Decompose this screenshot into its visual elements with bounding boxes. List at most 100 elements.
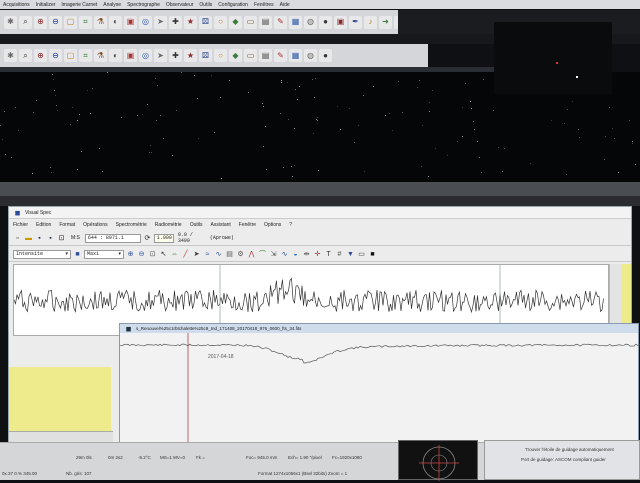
open-file-icon[interactable]: ▬	[24, 234, 33, 243]
arrow-icon[interactable]: ➤	[192, 250, 201, 259]
gear-icon[interactable]: ⚗	[94, 49, 107, 62]
menu-item-fen-tre[interactable]: Fenêtre	[239, 222, 256, 228]
menu-item-radiom-trie[interactable]: Radiométrie	[155, 222, 182, 228]
coordinate-field[interactable]: 644 : 8971.1	[84, 233, 141, 243]
menu-item-op-rations[interactable]: Opérations	[83, 222, 107, 228]
checker-icon[interactable]: ▭	[244, 49, 257, 62]
scale-icon[interactable]: ✚	[169, 49, 182, 62]
menu-item-assistant[interactable]: Assistant	[211, 222, 231, 228]
guide-port[interactable]: Port de guidage: ASCOM compliant guider	[521, 457, 606, 462]
zoom-out-icon[interactable]: ⊖	[137, 250, 146, 259]
brush-icon[interactable]: ⊕	[34, 49, 47, 62]
menu-item-fichier[interactable]: Fichier	[13, 222, 28, 228]
menu-item-aide[interactable]: Aide	[280, 2, 290, 8]
globe-icon[interactable]: ⌗	[79, 49, 92, 62]
text-icon[interactable]: ▢	[64, 49, 77, 62]
crosshair-icon[interactable]: ✛	[313, 250, 322, 259]
plot-icon[interactable]: ≈	[203, 250, 212, 259]
menu-item-configuration[interactable]: Configuration	[218, 2, 248, 8]
dice-icon[interactable]: ⚄	[199, 15, 212, 29]
rect-icon[interactable]: ▭	[244, 15, 257, 29]
pen-icon[interactable]: ✒	[349, 15, 362, 29]
magnifier-minus-icon[interactable]: ⊖	[49, 15, 62, 29]
swirl-icon[interactable]: ✎	[274, 49, 287, 62]
grid-icon[interactable]: ▣	[124, 49, 137, 62]
magnifier-plus-icon[interactable]: ⊕	[34, 15, 47, 29]
spiral-icon[interactable]: ◎	[139, 15, 152, 29]
refresh-icon[interactable]: ⟳	[143, 234, 152, 243]
select-icon[interactable]: ▭	[357, 250, 366, 259]
menu-item-spectrographe[interactable]: Spectrographe	[127, 2, 160, 8]
cursor-icon[interactable]: ➤	[154, 15, 167, 29]
magnifier-icon[interactable]: ⌕	[19, 15, 32, 29]
scale-field[interactable]: 1.000	[153, 233, 174, 243]
cursor-icon[interactable]: ↖	[159, 250, 168, 259]
intensity-combo[interactable]: Intensite ▾	[13, 249, 71, 259]
flask-icon[interactable]: ⚗	[94, 15, 107, 29]
cube-icon[interactable]: ▣	[124, 15, 137, 29]
crop-icon[interactable]: ⌗	[79, 15, 92, 29]
menu-item-acquisitions[interactable]: Acquisitions	[3, 2, 30, 8]
menu-item-analyse[interactable]: Analyse	[103, 2, 121, 8]
save-as-icon[interactable]: ▪	[46, 234, 55, 243]
ruler-icon[interactable]: ➤	[154, 49, 167, 62]
peak-icon[interactable]: ⋀	[247, 250, 256, 259]
menu-item-format[interactable]: Format	[59, 222, 75, 228]
ruler-icon[interactable]: ⇹	[302, 250, 311, 259]
guide-auto-star[interactable]: Trouver l'étoile de guidage automatiquem…	[525, 447, 614, 452]
continuum-icon[interactable]: ⌒	[258, 250, 267, 259]
menu-item-initializer[interactable]: Initializer	[36, 2, 56, 8]
paint-icon[interactable]: ▦	[289, 49, 302, 62]
bell-icon[interactable]: ♪	[364, 15, 377, 29]
arrow-icon[interactable]: ✱	[4, 49, 17, 62]
display-combo[interactable]: Maxi ▾	[84, 249, 124, 259]
menu-item--[interactable]: ?	[289, 222, 292, 228]
align-icon[interactable]: ◐	[109, 49, 122, 62]
chart-icon[interactable]: ⚄	[199, 49, 212, 62]
drop-icon[interactable]: ◒	[291, 250, 300, 259]
normalize-icon[interactable]: ▤	[225, 250, 234, 259]
window-icon[interactable]: ▤	[259, 15, 272, 29]
save-icon[interactable]: ▪	[35, 234, 44, 243]
star-icon[interactable]: ◆	[229, 49, 242, 62]
stop-icon[interactable]: ■	[368, 250, 377, 259]
tool-icon[interactable]: ✎	[274, 15, 287, 29]
target-icon[interactable]: ◍	[304, 49, 317, 62]
measure-icon[interactable]: ⇔	[170, 250, 179, 259]
menu-item-observateur[interactable]: Observateur	[166, 2, 194, 8]
reference-spectrum-plot[interactable]	[120, 333, 640, 445]
text-icon[interactable]: T	[324, 250, 333, 259]
arrow-right-icon[interactable]: ★	[184, 49, 197, 62]
cube-icon[interactable]: ▤	[259, 49, 272, 62]
guide-camera-view[interactable]	[398, 440, 478, 481]
menu-item-options[interactable]: Options	[264, 222, 281, 228]
gear-icon[interactable]: ✱	[4, 15, 17, 29]
star-icon[interactable]: ★	[184, 15, 197, 29]
marker-icon[interactable]: ▼	[346, 250, 355, 259]
zoom-in-icon[interactable]: ⊕	[126, 250, 135, 259]
range-field[interactable]: 0.0 / 3490	[176, 232, 206, 244]
print-icon[interactable]: ⊡	[57, 234, 66, 243]
spectrum-icon[interactable]: ∿	[280, 250, 289, 259]
smooth-icon[interactable]: ∿	[214, 250, 223, 259]
fill-icon[interactable]: ◆	[229, 15, 242, 29]
ball-icon[interactable]: ●	[319, 15, 332, 29]
line-icon[interactable]: ╱	[181, 250, 190, 259]
dot-icon[interactable]: ⊖	[49, 49, 62, 62]
export-icon[interactable]: ⇲	[269, 250, 278, 259]
grid-icon[interactable]: #	[335, 250, 344, 259]
menu-item-imagerie-carnet[interactable]: Imagerie Carnet	[61, 2, 97, 8]
triangle-icon[interactable]: ●	[319, 49, 332, 62]
color-swatch-icon[interactable]: ■	[73, 250, 82, 259]
menu-item-spectrom-trie[interactable]: Spectrométrie	[116, 222, 147, 228]
grid-icon[interactable]: ▦	[289, 15, 302, 29]
cross-icon[interactable]: ✚	[169, 15, 182, 29]
ring-icon[interactable]: ○	[214, 15, 227, 29]
mode-field[interactable]: (Aprowe)	[208, 234, 242, 243]
image-icon[interactable]: ▣	[334, 15, 347, 29]
menu-item-fen-tres[interactable]: Fenêtres	[254, 2, 274, 8]
new-file-icon[interactable]: ▫	[13, 234, 22, 243]
move-icon[interactable]: ○	[214, 49, 227, 62]
fit-icon[interactable]: ⊡	[148, 250, 157, 259]
frame-icon[interactable]: ▢	[64, 15, 77, 29]
